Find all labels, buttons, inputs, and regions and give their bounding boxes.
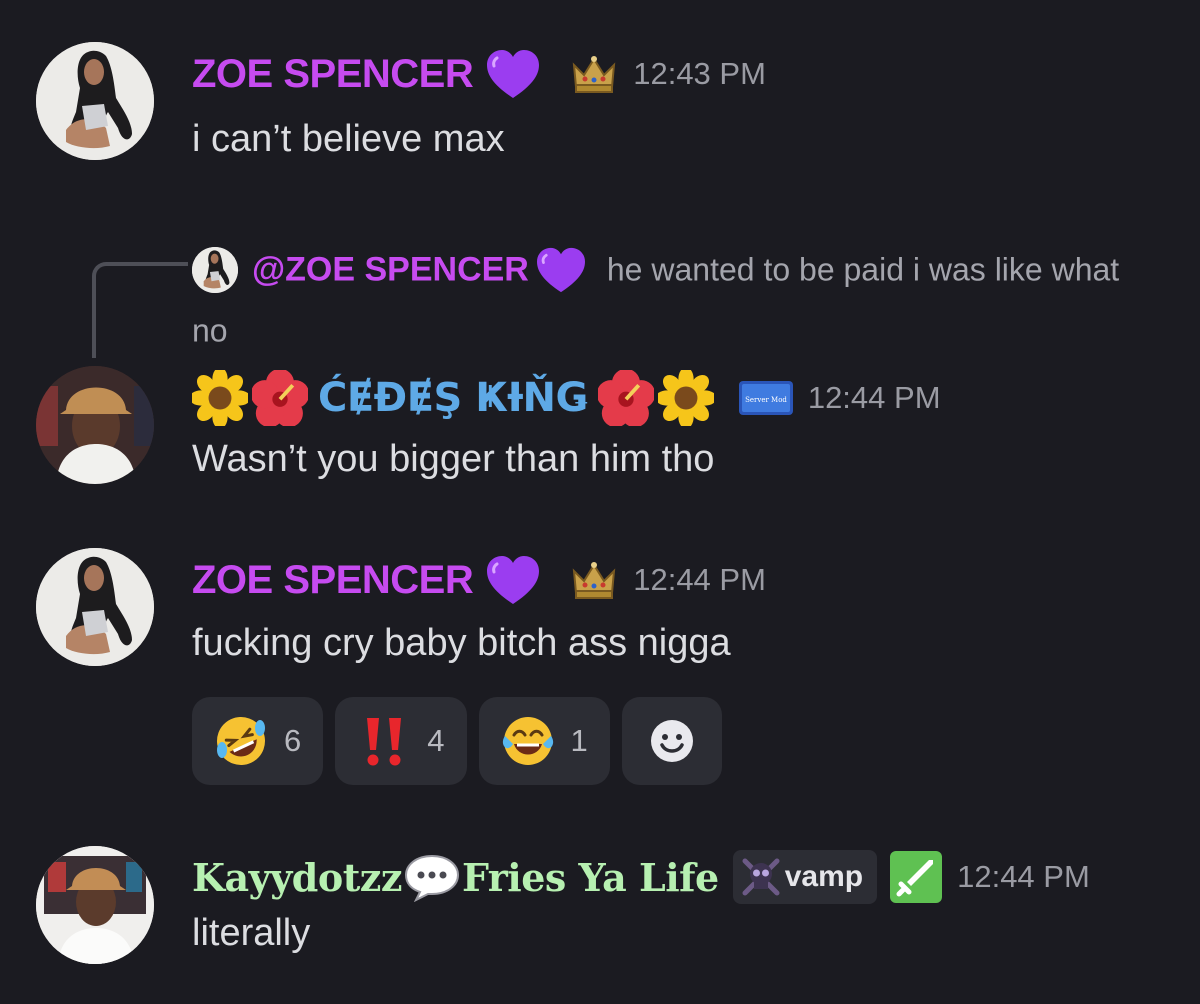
purple-heart-icon <box>485 554 541 606</box>
speech-bubble-icon <box>404 854 459 902</box>
joy-emoji-icon <box>502 717 553 765</box>
author-name[interactable]: ĆɆĐɆŞ ҜƗŇǤ <box>318 375 588 421</box>
clan-tag-label: vamp <box>784 860 864 893</box>
reactions-bar: 6 4 1 <box>192 697 722 785</box>
add-reaction-button[interactable] <box>621 697 722 785</box>
crown-icon <box>573 55 616 93</box>
timestamp: 12:44 PM <box>957 859 1090 894</box>
timestamp: 12:44 PM <box>807 380 941 415</box>
message-text: i can’t believe max <box>192 118 505 160</box>
purple-heart-icon <box>485 48 541 100</box>
server-mod-badge: Server Mod <box>738 381 793 415</box>
rofl-emoji-icon <box>217 717 265 765</box>
reply-author[interactable]: @ZOE SPENCER <box>252 251 529 289</box>
timestamp: 12:44 PM <box>633 562 766 597</box>
reply-preview[interactable]: @ZOE SPENCER he wanted to be paid i was l… <box>192 238 1152 359</box>
message-text: Wasn’t you bigger than him tho <box>192 438 715 480</box>
svg-text:Server Mod: Server Mod <box>745 396 787 404</box>
author-name[interactable]: ZOE SPENCER <box>192 558 474 603</box>
avatar-zoe[interactable] <box>36 548 154 666</box>
author-name-part2[interactable]: Fries Ya Life <box>462 855 719 900</box>
reaction-count: 4 <box>427 723 445 758</box>
skull-crossbones-icon <box>742 858 780 896</box>
sword-badge-icon <box>890 851 943 903</box>
avatar-zoe[interactable] <box>36 42 154 160</box>
reaction-count: 6 <box>284 723 302 758</box>
author-name[interactable]: ZOE SPENCER <box>192 52 474 97</box>
hibiscus-icon <box>597 370 654 426</box>
purple-heart-icon <box>535 246 587 294</box>
sunflower-icon <box>192 370 248 426</box>
author-name-part1[interactable]: Kayydotzz <box>192 855 402 900</box>
message-text: fucking cry baby bitch ass nigga <box>192 622 731 664</box>
add-reaction-icon <box>650 720 693 762</box>
sunflower-icon <box>657 370 714 426</box>
clan-tag[interactable]: vamp <box>732 850 878 904</box>
reaction-double-exclamation[interactable]: 4 <box>335 697 467 785</box>
avatar-kay[interactable] <box>36 846 154 964</box>
timestamp: 12:43 PM <box>633 56 766 91</box>
reply-connector <box>92 262 188 358</box>
double-exclamation-icon <box>367 718 402 766</box>
hibiscus-icon <box>252 370 308 426</box>
crown-icon <box>573 561 616 599</box>
reaction-rofl[interactable]: 6 <box>192 697 324 785</box>
reaction-joy[interactable]: 1 <box>478 697 610 785</box>
reaction-count: 1 <box>570 723 588 758</box>
reply-avatar <box>192 246 238 293</box>
message-text: literally <box>192 912 311 954</box>
avatar-cedes[interactable] <box>36 366 154 484</box>
